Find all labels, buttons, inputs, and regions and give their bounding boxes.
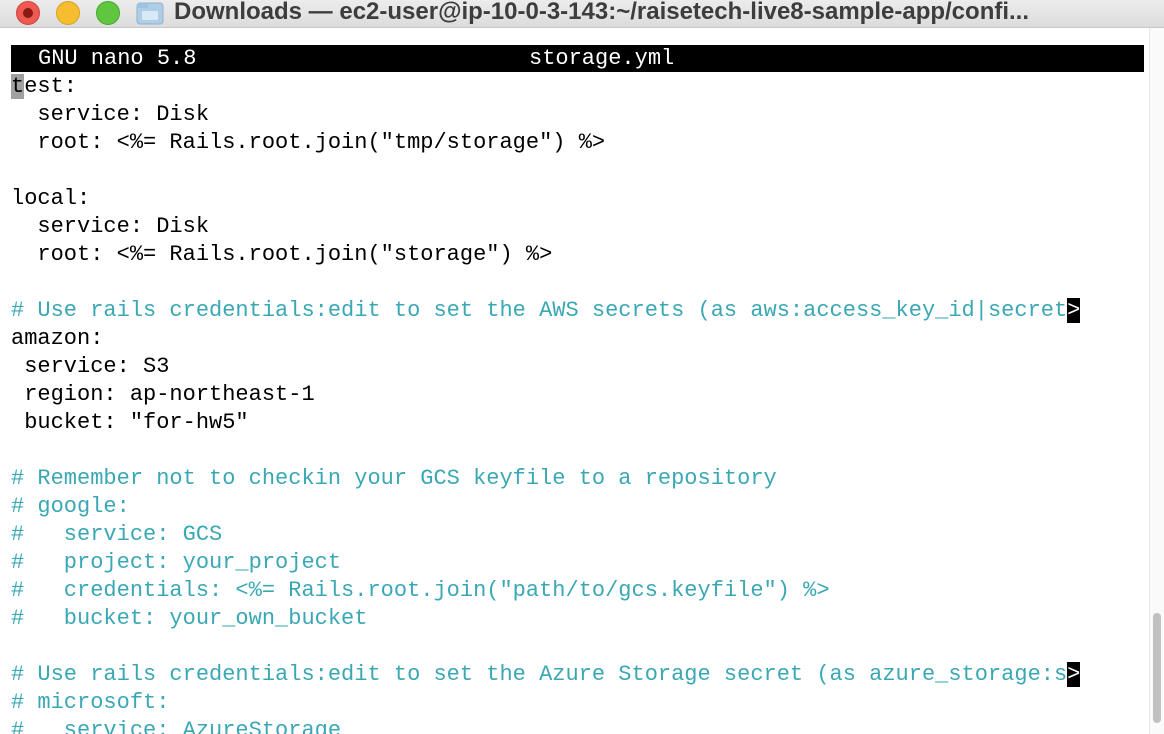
line-text: service: Disk (11, 214, 210, 239)
editor-line: amazon: (11, 325, 1144, 353)
line-text: # Remember not to checkin your GCS keyfi… (11, 466, 777, 491)
editor-line: root: <%= Rails.root.join("tmp/storage")… (11, 129, 1144, 157)
line-text: # microsoft: (11, 690, 170, 715)
terminal-window: Downloads — ec2-user@ip-10-0-3-143:~/rai… (0, 0, 1164, 734)
line-text: # service: AzureStorage (11, 718, 342, 734)
editor-buffer[interactable]: test: service: Disk root: <%= Rails.root… (11, 73, 1144, 734)
close-button[interactable] (16, 1, 40, 25)
line-continuation-marker: > (1067, 298, 1081, 323)
folder-icon (136, 2, 164, 25)
editor-line: local: (11, 185, 1144, 213)
nano-filename: storage.yml (529, 46, 675, 71)
scrollbar[interactable] (1149, 28, 1164, 734)
close-icon (23, 8, 33, 18)
editor-line: # Remember not to checkin your GCS keyfi… (11, 465, 1144, 493)
line-text: # service: GCS (11, 522, 223, 547)
editor-line: service: Disk (11, 101, 1144, 129)
editor-line: root: <%= Rails.root.join("storage") %> (11, 241, 1144, 269)
editor-line: region: ap-northeast-1 (11, 381, 1144, 409)
editor-line: service: S3 (11, 353, 1144, 381)
editor-line: bucket: "for-hw5" (11, 409, 1144, 437)
editor-line: # Use rails credentials:edit to set the … (11, 661, 1144, 689)
line-text: local: (11, 186, 91, 211)
editor-line: # microsoft: (11, 689, 1144, 717)
scrollbar-thumb[interactable] (1153, 613, 1161, 723)
editor-line: # google: (11, 493, 1144, 521)
editor-line: # Use rails credentials:edit to set the … (11, 297, 1144, 325)
editor-line: # service: GCS (11, 521, 1144, 549)
line-text: bucket: "for-hw5" (11, 410, 249, 435)
line-text: est: (24, 74, 78, 99)
line-text: # google: (11, 494, 130, 519)
minimize-button[interactable] (56, 1, 80, 25)
nano-version: GNU nano 5.8 (38, 46, 197, 71)
text-cursor: t (11, 74, 25, 99)
nano-header-bar: GNU nano 5.8 storage.yml (11, 45, 1144, 72)
line-text: # Use rails credentials:edit to set the … (11, 298, 1068, 323)
editor-line: service: Disk (11, 213, 1144, 241)
line-text: service: Disk (11, 102, 210, 127)
line-text: # project: your_project (11, 550, 342, 575)
title-bar[interactable]: Downloads — ec2-user@ip-10-0-3-143:~/rai… (0, 0, 1164, 28)
window-title: Downloads — ec2-user@ip-10-0-3-143:~/rai… (174, 0, 1030, 25)
terminal-content[interactable]: GNU nano 5.8 storage.yml test: service: … (0, 28, 1164, 734)
editor-line: # bucket: your_own_bucket (11, 605, 1144, 633)
line-text: service: S3 (11, 354, 170, 379)
editor-line: test: (11, 73, 1144, 101)
line-text: amazon: (11, 326, 104, 351)
line-text: root: <%= Rails.root.join("storage") %> (11, 242, 553, 267)
editor-line: # service: AzureStorage (11, 717, 1144, 734)
editor-line: # credentials: <%= Rails.root.join("path… (11, 577, 1144, 605)
line-text: # bucket: your_own_bucket (11, 606, 368, 631)
line-text: # credentials: <%= Rails.root.join("path… (11, 578, 830, 603)
line-text: # Use rails credentials:edit to set the … (11, 662, 1068, 687)
line-continuation-marker: > (1067, 662, 1081, 687)
zoom-button[interactable] (96, 1, 120, 25)
editor-line: # project: your_project (11, 549, 1144, 577)
line-text: region: ap-northeast-1 (11, 382, 315, 407)
line-text: root: <%= Rails.root.join("tmp/storage")… (11, 130, 606, 155)
